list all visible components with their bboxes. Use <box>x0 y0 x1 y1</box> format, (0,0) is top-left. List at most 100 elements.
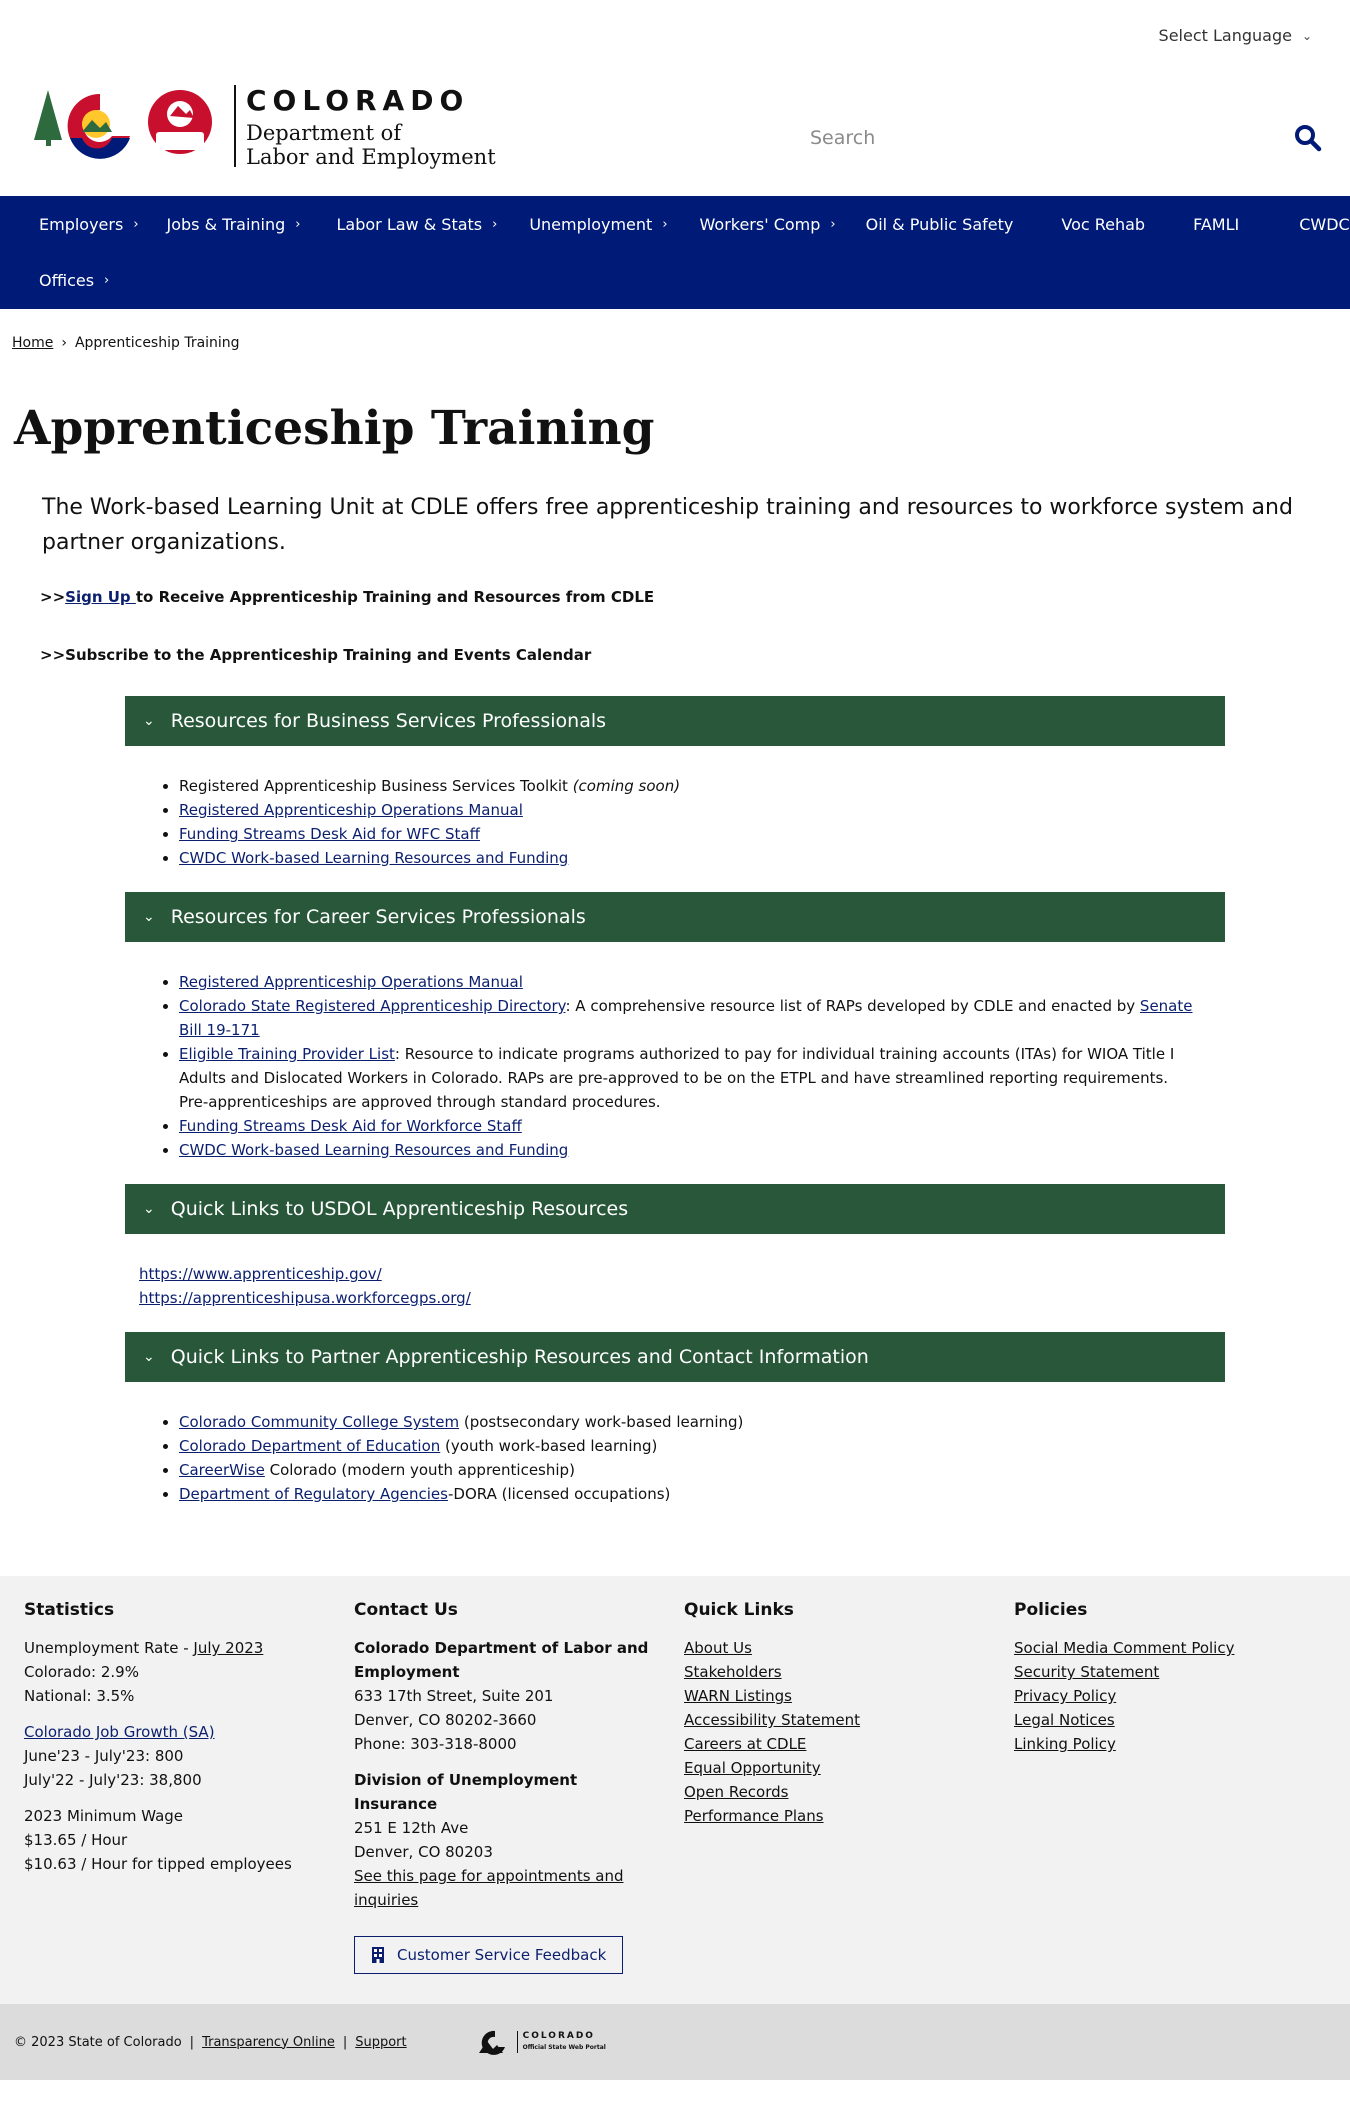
list-item: Eligible Training Provider List: Resourc… <box>179 1042 1197 1114</box>
performance-plans-link[interactable]: Performance Plans <box>684 1807 824 1825</box>
workforcegps-link[interactable]: https://apprenticeshipusa.workforcegps.o… <box>139 1286 1197 1310</box>
accordion-header-career-services[interactable]: ⌄ Resources for Career Services Professi… <box>125 892 1225 942</box>
footer-quick-links: Quick Links About Us Stakeholders WARN L… <box>660 1598 990 1974</box>
cde-link[interactable]: Colorado Department of Education <box>179 1437 440 1455</box>
etpl-link[interactable]: Eligible Training Provider List <box>179 1045 395 1063</box>
security-statement-link[interactable]: Security Statement <box>1014 1663 1159 1681</box>
breadcrumb: Home › Apprenticeship Training <box>0 309 1350 351</box>
accordion-career-services: ⌄ Resources for Career Services Professi… <box>125 892 1225 1174</box>
accordion-body-business-services: Registered Apprenticeship Business Servi… <box>125 746 1225 882</box>
equal-opportunity-link[interactable]: Equal Opportunity <box>684 1759 821 1777</box>
subscribe-cta[interactable]: >>Subscribe to the Apprenticeship Traini… <box>40 646 1350 664</box>
bottom-bar: © 2023 State of Colorado | Transparency … <box>0 2004 1350 2080</box>
unemployment-rate-link[interactable]: July 2023 <box>193 1639 263 1657</box>
list-item: CWDC Work-based Learning Resources and F… <box>179 846 1197 870</box>
nav-item-voc-rehab[interactable]: Voc Rehab <box>1013 215 1145 234</box>
chevron-down-icon: ⌄ <box>143 909 155 925</box>
cdle-logo[interactable]: COLORADO Department of Labor and Employm… <box>30 80 496 172</box>
accordion-header-business-services[interactable]: ⌄ Resources for Business Services Profes… <box>125 696 1225 746</box>
job-growth-link[interactable]: Colorado Job Growth (SA) <box>24 1723 215 1741</box>
linking-policy-link[interactable]: Linking Policy <box>1014 1735 1116 1753</box>
signup-cta: >>Sign Up to Receive Apprenticeship Trai… <box>40 588 655 606</box>
accordion-header-partner[interactable]: ⌄ Quick Links to Partner Apprenticeship … <box>125 1332 1225 1382</box>
nav-item-oil-public-safety[interactable]: Oil & Public Safety <box>836 215 1014 234</box>
list-item: Funding Streams Desk Aid for Workforce S… <box>179 1114 1197 1138</box>
breadcrumb-home-link[interactable]: Home <box>12 335 53 351</box>
signup-link[interactable]: Sign Up <box>65 588 136 606</box>
nav-item-unemployment[interactable]: Unemployment › <box>497 215 667 234</box>
cwdc-resources-link[interactable]: CWDC Work-based Learning Resources and F… <box>179 849 568 867</box>
chevron-down-icon: ⌄ <box>1301 28 1312 43</box>
site-footer: Statistics Unemployment Rate - July 2023… <box>0 1576 1350 2004</box>
footer-heading: Contact Us <box>354 1600 458 1620</box>
funding-streams-workforce-link[interactable]: Funding Streams Desk Aid for Workforce S… <box>179 1117 522 1135</box>
list-item: Registered Apprenticeship Business Servi… <box>179 774 1197 798</box>
accessibility-link[interactable]: Accessibility Statement <box>684 1711 860 1729</box>
apprenticeship-gov-link[interactable]: https://www.apprenticeship.gov/ <box>139 1262 1197 1286</box>
cccs-link[interactable]: Colorado Community College System <box>179 1413 459 1431</box>
operations-manual-link[interactable]: Registered Apprenticeship Operations Man… <box>179 973 523 991</box>
accordion-header-usdol[interactable]: ⌄ Quick Links to USDOL Apprenticeship Re… <box>125 1184 1225 1234</box>
footer-policies: Policies Social Media Comment Policy Sec… <box>990 1598 1320 1974</box>
stakeholders-link[interactable]: Stakeholders <box>684 1663 782 1681</box>
accordion-body-career-services: Registered Apprenticeship Operations Man… <box>125 942 1225 1174</box>
nav-item-employers[interactable]: Employers › <box>0 215 139 234</box>
social-media-policy-link[interactable]: Social Media Comment Policy <box>1014 1639 1234 1657</box>
apprenticeship-directory-link[interactable]: Colorado State Registered Apprenticeship… <box>179 997 565 1015</box>
nav-item-famli[interactable]: FAMLI <box>1145 215 1239 234</box>
footer-heading: Statistics <box>24 1600 115 1620</box>
list-item: CWDC Work-based Learning Resources and F… <box>179 1138 1197 1162</box>
support-link[interactable]: Support <box>355 2035 406 2050</box>
search-bar <box>810 118 1322 158</box>
chevron-right-icon: › <box>104 272 110 288</box>
building-icon <box>372 1947 384 1963</box>
legal-notices-link[interactable]: Legal Notices <box>1014 1711 1115 1729</box>
search-input[interactable] <box>810 127 1294 149</box>
cwdc-resources-link[interactable]: CWDC Work-based Learning Resources and F… <box>179 1141 568 1159</box>
logo-dept-line1: Department of <box>246 120 402 145</box>
chevron-down-icon: ⌄ <box>143 1201 155 1217</box>
logo-state-name: COLORADO <box>246 83 470 117</box>
list-item: Registered Apprenticeship Operations Man… <box>179 798 1197 822</box>
language-selector[interactable]: Select Language ⌄ <box>1159 26 1312 45</box>
list-item: Funding Streams Desk Aid for WFC Staff <box>179 822 1197 846</box>
list-item: Colorado Community College System (posts… <box>179 1410 1197 1434</box>
nav-item-cwdc[interactable]: CWDC <box>1239 215 1349 234</box>
chevron-down-icon: ⌄ <box>143 1349 155 1365</box>
site-header: COLORADO Department of Labor and Employm… <box>0 74 1350 196</box>
state-portal-logo[interactable]: COLORADO Official State Web Portal <box>473 2027 606 2057</box>
language-label: Select Language <box>1158 26 1292 45</box>
nav-item-jobs-training[interactable]: Jobs & Training › <box>139 215 301 234</box>
list-item: Department of Regulatory Agencies-DORA (… <box>179 1482 1197 1506</box>
appointments-link[interactable]: See this page for appointments and inqui… <box>354 1867 624 1909</box>
accordion-business-services: ⌄ Resources for Business Services Profes… <box>125 696 1225 882</box>
customer-feedback-button[interactable]: Customer Service Feedback <box>354 1936 624 1974</box>
colorado-c-logo-icon <box>34 90 212 159</box>
dora-link[interactable]: Department of Regulatory Agencies <box>179 1485 448 1503</box>
footer-contact: Contact Us Colorado Department of Labor … <box>330 1598 660 1974</box>
careers-link[interactable]: Careers at CDLE <box>684 1735 806 1753</box>
footer-heading: Quick Links <box>684 1600 794 1620</box>
accordion-usdol: ⌄ Quick Links to USDOL Apprenticeship Re… <box>125 1184 1225 1322</box>
operations-manual-link[interactable]: Registered Apprenticeship Operations Man… <box>179 801 523 819</box>
footer-heading: Policies <box>1014 1600 1088 1620</box>
accordion-body-usdol: https://www.apprenticeship.gov/ https://… <box>125 1234 1225 1322</box>
funding-streams-wfc-link[interactable]: Funding Streams Desk Aid for WFC Staff <box>179 825 480 843</box>
about-us-link[interactable]: About Us <box>684 1639 752 1657</box>
open-records-link[interactable]: Open Records <box>684 1783 788 1801</box>
accordion-partner: ⌄ Quick Links to Partner Apprenticeship … <box>125 1332 1225 1518</box>
nav-item-offices[interactable]: Offices › <box>0 271 109 290</box>
colorado-portal-icon <box>478 2030 505 2055</box>
warn-listings-link[interactable]: WARN Listings <box>684 1687 792 1705</box>
nav-item-workers-comp[interactable]: Workers' Comp › <box>668 215 836 234</box>
privacy-policy-link[interactable]: Privacy Policy <box>1014 1687 1116 1705</box>
nav-row-2: Offices › <box>0 252 1350 308</box>
footer-statistics: Statistics Unemployment Rate - July 2023… <box>0 1598 330 1974</box>
search-icon[interactable] <box>1294 124 1322 152</box>
chevron-down-icon: ⌄ <box>143 713 155 729</box>
careerwise-link[interactable]: CareerWise <box>179 1461 265 1479</box>
transparency-link[interactable]: Transparency Online <box>202 2035 335 2050</box>
nav-item-labor-law-stats[interactable]: Labor Law & Stats › <box>301 215 498 234</box>
breadcrumb-separator: › <box>61 335 67 351</box>
logo-text: COLORADO Department of Labor and Employm… <box>234 83 496 169</box>
